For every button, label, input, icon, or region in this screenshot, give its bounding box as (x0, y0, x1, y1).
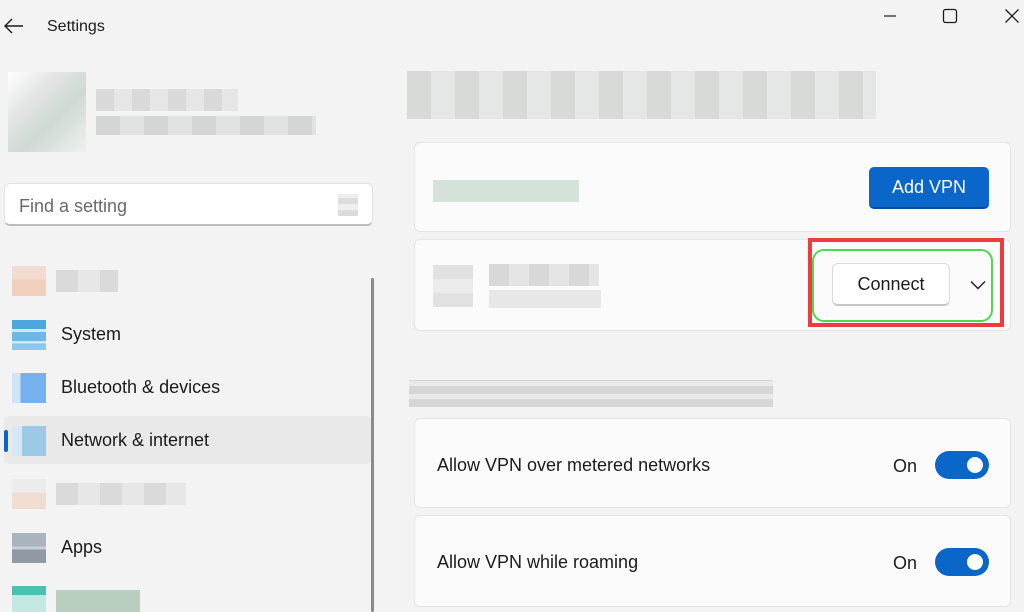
profile-name-redacted (96, 89, 238, 111)
system-icon (12, 320, 46, 350)
sidebar-item-home[interactable] (4, 256, 372, 304)
sidebar-item-label: Bluetooth & devices (61, 377, 221, 397)
sidebar-item-label-redacted (56, 270, 118, 292)
vpn-connections-label-redacted (433, 180, 579, 202)
bluetooth-devices-icon (12, 373, 46, 403)
app-title: Settings (47, 18, 105, 35)
profile-email-redacted (96, 116, 316, 135)
sidebar-item-system[interactable]: System (4, 310, 372, 358)
sidebar-item-accounts[interactable] (4, 576, 372, 612)
avatar[interactable] (8, 72, 86, 152)
maximize-icon (942, 8, 958, 24)
toggle-state-label: On (893, 553, 918, 573)
advanced-section-title-redacted (409, 380, 773, 407)
minimize-icon (884, 15, 896, 17)
sidebar-item-label: System (61, 324, 122, 344)
vpn-status-redacted (489, 290, 601, 308)
setting-label: Allow VPN while roaming (437, 552, 639, 572)
title-bar: Settings (0, 0, 1024, 56)
search-input[interactable]: Find a setting (4, 183, 373, 226)
setting-row-metered: Allow VPN over metered networks On (414, 418, 1011, 508)
sidebar-item-label: Network & internet (61, 430, 210, 450)
vpn-icon (433, 265, 473, 307)
sidebar-item-label: Apps (61, 537, 103, 557)
connect-button[interactable]: Connect (832, 263, 950, 306)
apps-icon (12, 533, 46, 563)
sidebar-item-label-redacted (56, 590, 140, 612)
sidebar-item-apps[interactable]: Apps (4, 523, 372, 571)
expand-button[interactable] (966, 274, 990, 296)
close-icon (1005, 9, 1019, 23)
home-icon (12, 266, 46, 296)
search-icon[interactable] (338, 194, 358, 216)
active-indicator (4, 430, 8, 452)
sidebar-item-network-internet[interactable]: Network & internet (4, 416, 372, 464)
chevron-down-icon (970, 281, 986, 290)
add-vpn-button[interactable]: Add VPN (869, 167, 989, 209)
close-button[interactable] (1000, 4, 1024, 28)
vpn-connections-card: Add VPN (414, 142, 1011, 232)
metered-toggle[interactable] (935, 451, 989, 479)
roaming-toggle[interactable] (935, 548, 989, 576)
sidebar-item-label-redacted (56, 483, 186, 505)
minimize-button[interactable] (878, 4, 902, 28)
vpn-name-redacted (489, 264, 599, 286)
toggle-knob (967, 554, 983, 570)
arrow-left-icon (4, 18, 23, 34)
sidebar-scrollbar[interactable] (371, 278, 374, 612)
sidebar-item-bluetooth-devices[interactable]: Bluetooth & devices (4, 363, 372, 411)
personalization-icon (12, 479, 46, 509)
network-icon (12, 426, 46, 456)
back-button[interactable] (2, 14, 26, 38)
page-title-redacted (407, 71, 876, 119)
accounts-icon (12, 586, 46, 612)
setting-row-roaming: Allow VPN while roaming On (414, 515, 1011, 607)
maximize-button[interactable] (938, 4, 962, 28)
sidebar-item-personalization[interactable] (4, 469, 372, 517)
toggle-knob (967, 457, 983, 473)
search-placeholder: Find a setting (19, 196, 128, 216)
setting-label: Allow VPN over metered networks (437, 455, 711, 475)
toggle-state-label: On (893, 456, 918, 476)
